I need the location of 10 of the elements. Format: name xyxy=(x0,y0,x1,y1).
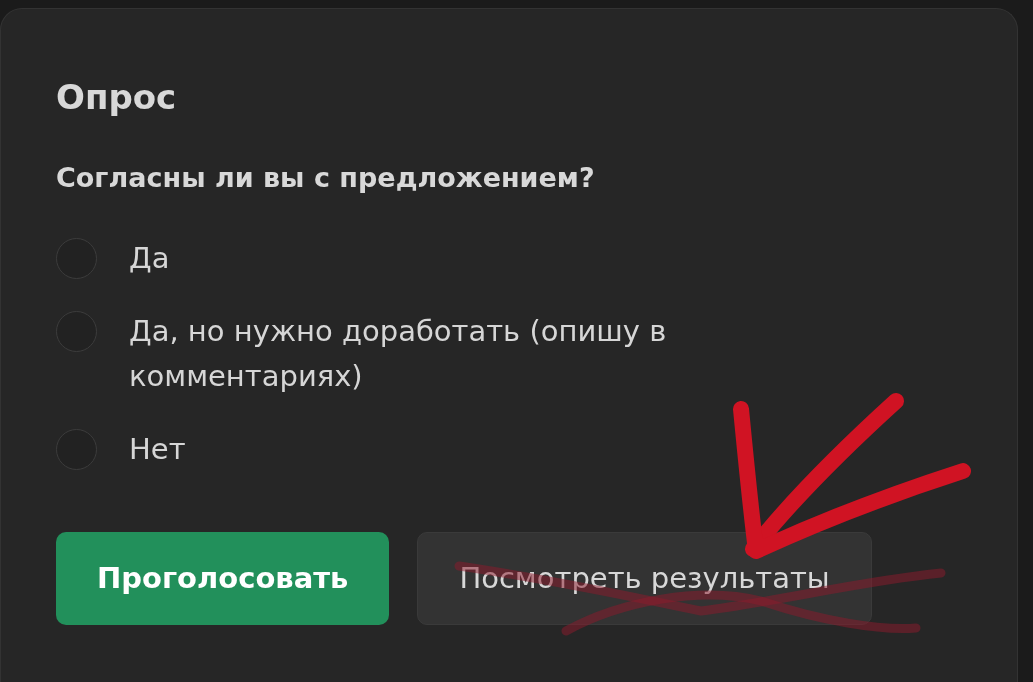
vote-button[interactable]: Проголосовать xyxy=(56,532,390,626)
results-button[interactable]: Посмотреть результаты xyxy=(417,532,872,626)
radio-button[interactable] xyxy=(56,311,97,353)
option-label: Нет xyxy=(129,431,186,469)
poll-question: Согласны ли вы с предложением? xyxy=(56,160,596,195)
poll-title: Опрос xyxy=(56,77,178,118)
radio-button[interactable] xyxy=(56,429,97,471)
option-label: Да, но нужно доработать (опишу в комментариях) xyxy=(129,313,668,396)
option-label: Да xyxy=(129,240,170,278)
radio-button[interactable] xyxy=(56,238,97,280)
